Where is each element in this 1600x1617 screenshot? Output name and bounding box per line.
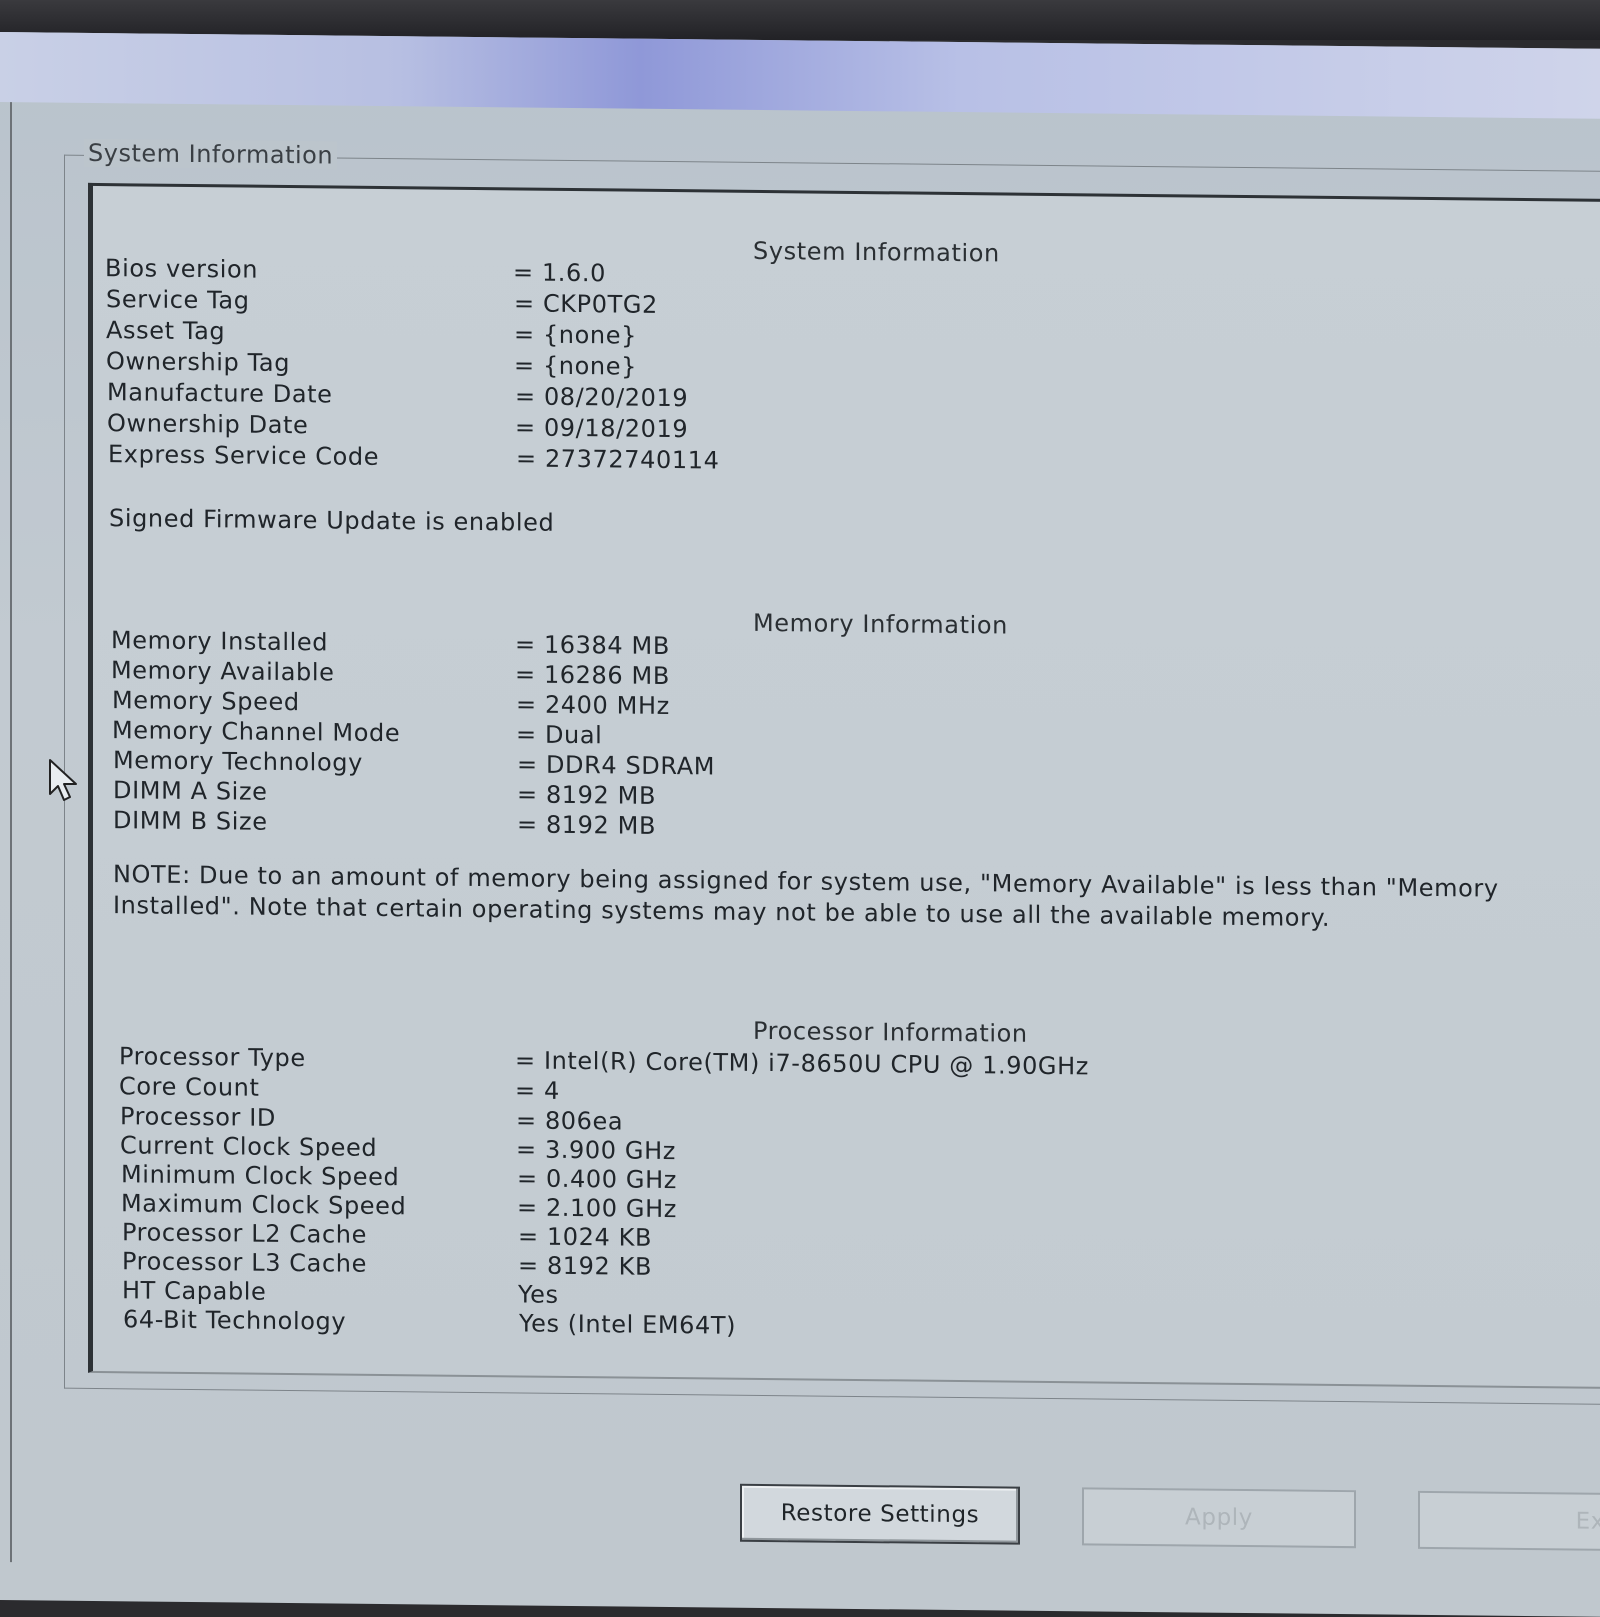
system-section-title: System Information — [753, 236, 1000, 268]
system-information-panel[interactable]: System Information Bios version = 1.6.0 … — [88, 182, 1600, 1390]
left-navigation-edge — [0, 102, 12, 1563]
bios-screen: System Information System Information Bi… — [0, 32, 1600, 1617]
signed-firmware-status: Signed Firmware Update is enabled — [109, 504, 555, 537]
processor-section-title: Processor Information — [753, 1016, 1028, 1048]
exit-button-label: Exi — [1575, 1508, 1600, 1535]
groupbox-title: System Information — [84, 138, 338, 170]
restore-settings-button[interactable]: Restore Settings — [740, 1483, 1020, 1545]
mouse-pointer-icon — [49, 759, 77, 801]
header-band — [0, 32, 1600, 119]
exit-button[interactable]: Exi — [1418, 1490, 1600, 1551]
memory-note: NOTE: Due to an amount of memory being a… — [113, 860, 1499, 932]
apply-button[interactable]: Apply — [1082, 1487, 1356, 1549]
memory-section-title: Memory Information — [753, 608, 1008, 640]
